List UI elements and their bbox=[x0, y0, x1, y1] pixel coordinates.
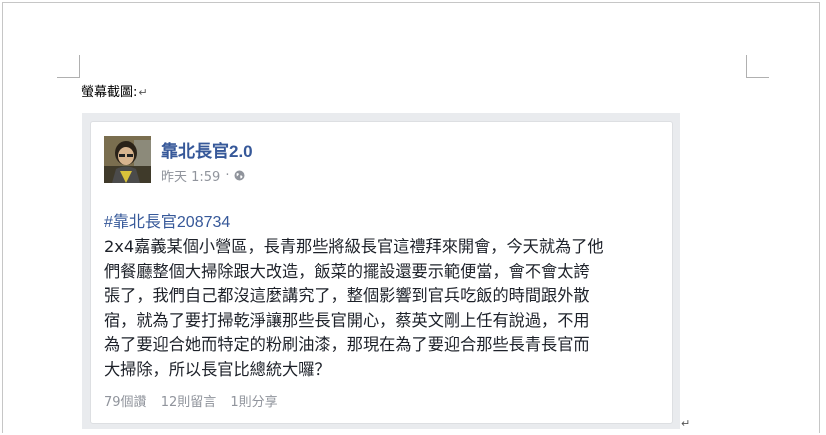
post-body-line: 2x4嘉義某個小營區，長青那些將級長官這禮拜來開會，今天就為了他 bbox=[104, 237, 604, 256]
post-body-line: 大掃除，所以長官比總統大囉？ bbox=[104, 359, 331, 379]
facebook-post-card: 靠北長官2.0 昨天 1:59 · #靠北長官208734 2x4嘉義某個小營區… bbox=[90, 121, 673, 424]
post-stats: 79個讚 12則留言 1則分享 bbox=[104, 391, 288, 410]
comment-count[interactable]: 12則留言 bbox=[161, 395, 217, 410]
meta-separator: · bbox=[225, 168, 230, 183]
post-timestamp[interactable]: 昨天 1:59 bbox=[161, 166, 220, 185]
share-count[interactable]: 1則分享 bbox=[230, 395, 277, 410]
post-body-line: 宿，就為了要打掃乾淨讓那些長官開心，蔡英文剛上任有說過，不用 bbox=[104, 310, 590, 330]
paragraph-mark-icon: ↵ bbox=[138, 86, 148, 99]
hashtag-link[interactable]: #靠北長官208734 bbox=[104, 208, 230, 232]
heading-text: 螢幕截圖: bbox=[81, 85, 138, 100]
margin-corner-top-right bbox=[746, 55, 769, 78]
post-meta: 昨天 1:59 · bbox=[161, 166, 245, 185]
post-body-line: 為了要迎合她而特定的粉刷油漆，那現在為了要迎合那些長青長官而 bbox=[104, 335, 590, 354]
like-count[interactable]: 79個讚 bbox=[104, 395, 147, 410]
document-heading: 螢幕截圖:↵ bbox=[81, 81, 148, 100]
margin-corner-top-left bbox=[57, 55, 80, 78]
post-body-line: 們餐廳整個大掃除跟大改造，飯菜的擺設還要示範便當，會不會太誇 bbox=[104, 261, 590, 281]
post-body: 2x4嘉義某個小營區，長青那些將級長官這禮拜來開會，今天就為了他 們餐廳整個大掃… bbox=[104, 235, 664, 382]
globe-icon[interactable] bbox=[234, 170, 245, 181]
avatar[interactable] bbox=[104, 136, 151, 183]
page-name-link[interactable]: 靠北長官2.0 bbox=[161, 137, 253, 162]
post-body-line: 張了，我們自己都沒這麼講究了，整個影響到官兵吃飯的時間跟外散 bbox=[104, 286, 590, 305]
end-paragraph-mark-icon: ↵ bbox=[681, 417, 691, 430]
embedded-screenshot: 靠北長官2.0 昨天 1:59 · #靠北長官208734 2x4嘉義某個小營區… bbox=[82, 113, 680, 429]
